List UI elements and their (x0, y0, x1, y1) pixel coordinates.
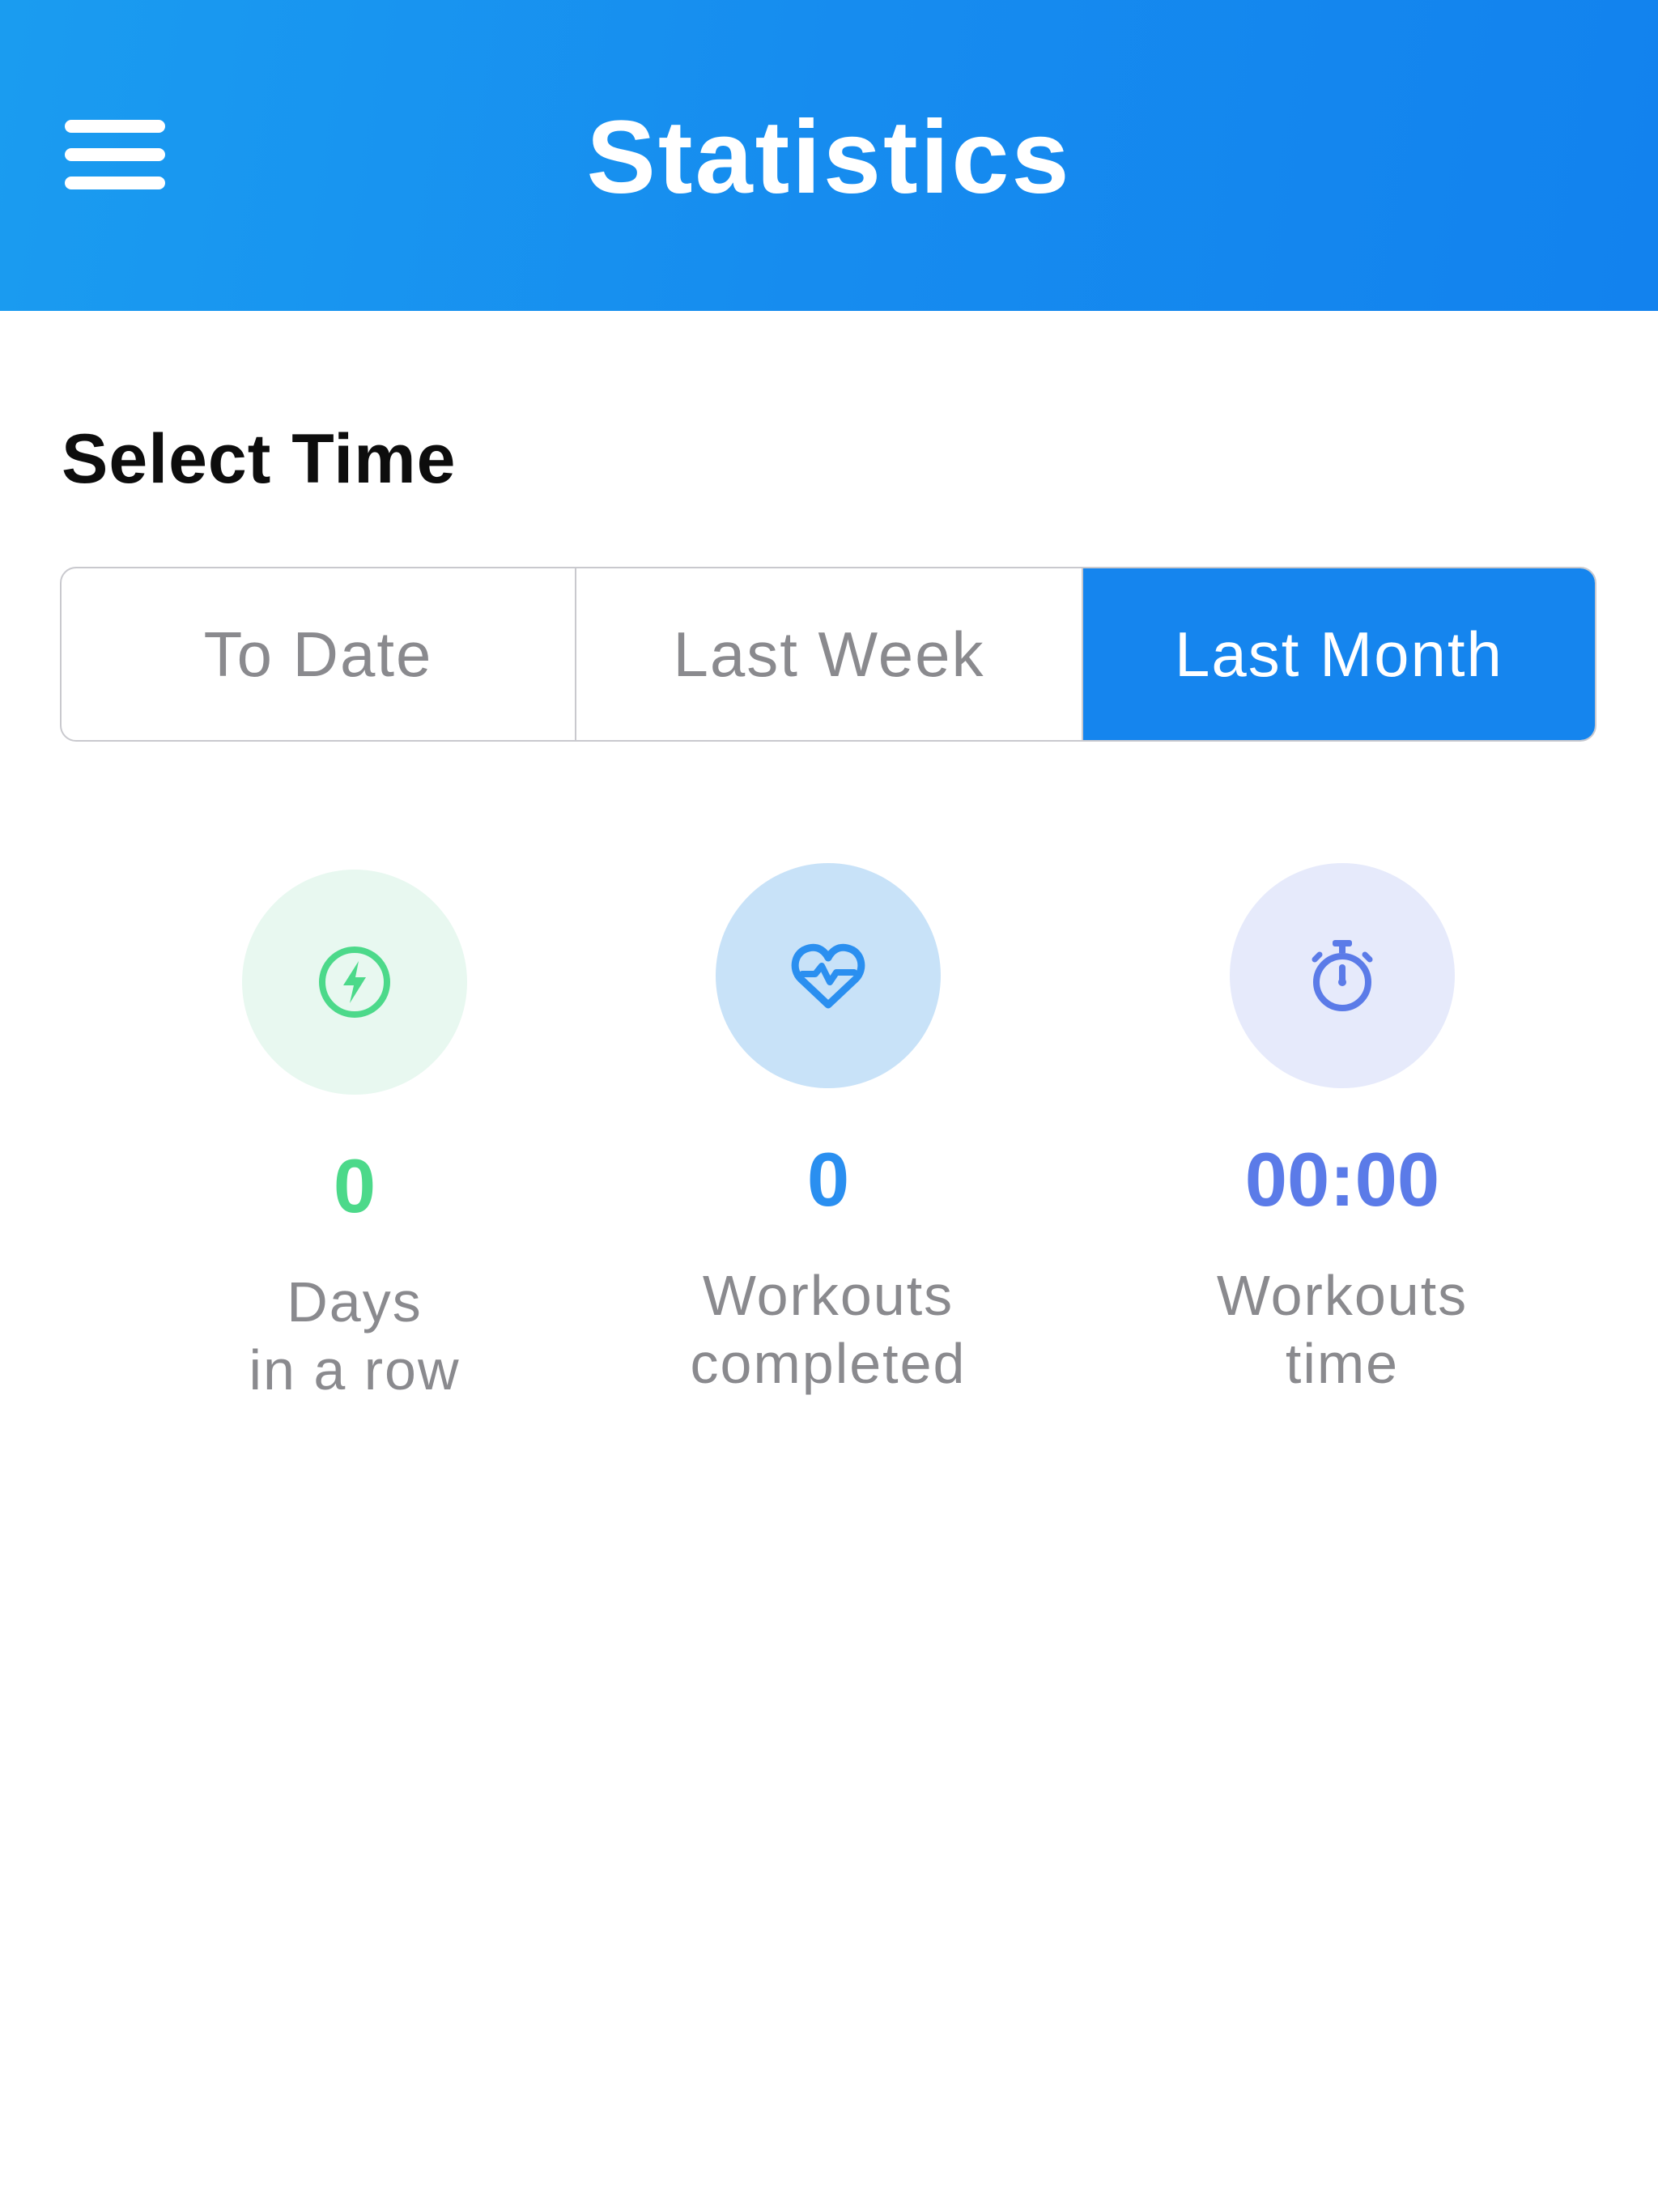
days-in-a-row-value: 0 (333, 1143, 376, 1228)
heart-pulse-icon (791, 943, 865, 1009)
workouts-completed-label: Workouts completed (618, 1261, 1039, 1397)
label-line-1: Workouts (1216, 1264, 1469, 1327)
segment-last-week[interactable]: Last Week (576, 568, 1083, 740)
stat-workouts-time: 00:00 Workouts time (1132, 863, 1553, 1397)
days-in-a-row-label: Days in a row (144, 1268, 565, 1404)
stat-days-in-a-row: 0 Days in a row (144, 870, 565, 1404)
label-line-2: in a row (249, 1338, 461, 1402)
segment-last-month[interactable]: Last Month (1083, 568, 1595, 740)
workouts-time-label: Workouts time (1132, 1261, 1553, 1397)
label-line-2: completed (690, 1332, 967, 1395)
segment-to-date[interactable]: To Date (62, 568, 576, 740)
page-title: Statistics (586, 100, 1072, 215)
time-range-segmented-control: To Date Last Week Last Month (60, 567, 1596, 742)
top-app-bar: Statistics (0, 0, 1658, 311)
label-line-1: Days (287, 1270, 423, 1334)
select-time-heading: Select Time (62, 420, 457, 498)
label-line-1: Workouts (702, 1264, 954, 1327)
stopwatch-icon (1312, 940, 1373, 1011)
stat-icon-circle (242, 870, 467, 1095)
workouts-completed-value: 0 (806, 1137, 850, 1222)
workouts-time-value: 00:00 (1244, 1137, 1440, 1222)
label-line-2: time (1285, 1332, 1400, 1395)
stat-icon-circle (716, 863, 941, 1088)
lightning-bolt-icon (319, 946, 390, 1018)
stat-icon-circle (1230, 863, 1455, 1088)
stat-workouts-completed: 0 Workouts completed (618, 863, 1039, 1397)
